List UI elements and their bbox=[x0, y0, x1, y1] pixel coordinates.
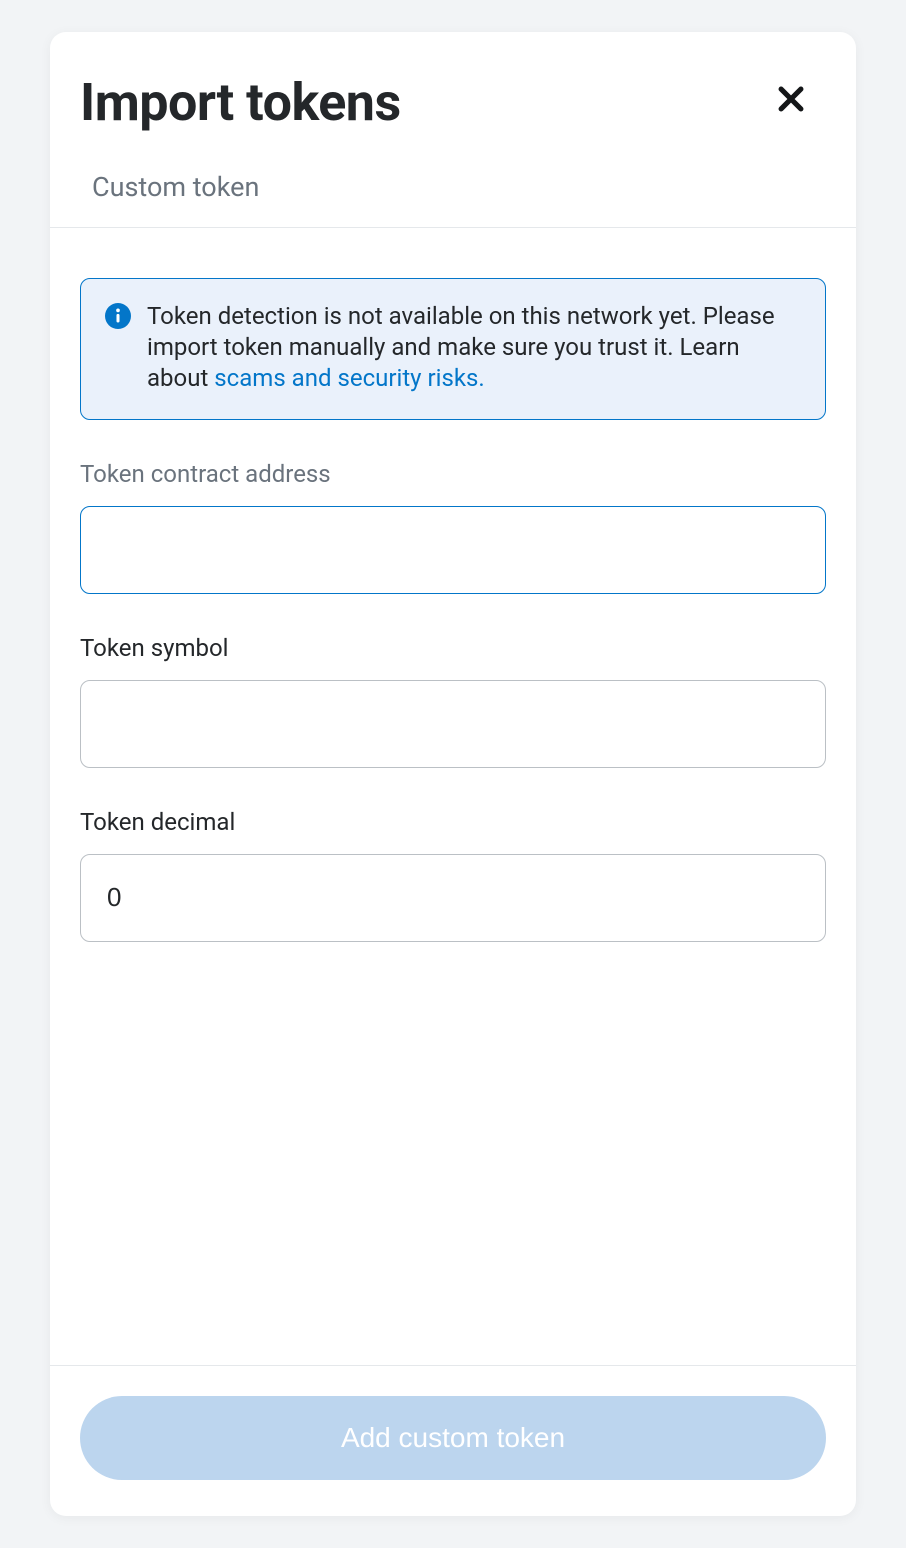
modal-footer: Add custom token bbox=[50, 1365, 856, 1516]
modal-body: Token detection is not available on this… bbox=[50, 228, 856, 1365]
close-icon bbox=[774, 82, 808, 116]
field-group-symbol: Token symbol bbox=[80, 634, 826, 768]
info-icon bbox=[105, 303, 131, 333]
symbol-input[interactable] bbox=[80, 680, 826, 768]
symbol-label: Token symbol bbox=[80, 634, 826, 662]
info-banner: Token detection is not available on this… bbox=[80, 278, 826, 420]
tab-custom-token[interactable]: Custom token bbox=[50, 157, 856, 228]
scams-link[interactable]: scams and security risks. bbox=[214, 364, 484, 392]
field-group-decimal: Token decimal bbox=[80, 808, 826, 942]
info-text: Token detection is not available on this… bbox=[147, 301, 801, 395]
decimal-label: Token decimal bbox=[80, 808, 826, 836]
address-label: Token contract address bbox=[80, 460, 826, 488]
import-tokens-modal: Import tokens Custom token Token detecti… bbox=[50, 32, 856, 1516]
add-custom-token-button[interactable]: Add custom token bbox=[80, 1396, 826, 1480]
field-group-address: Token contract address bbox=[80, 460, 826, 594]
close-button[interactable] bbox=[770, 78, 812, 120]
decimal-input[interactable] bbox=[80, 854, 826, 942]
page-title: Import tokens bbox=[80, 72, 401, 133]
address-input[interactable] bbox=[80, 506, 826, 594]
modal-header: Import tokens bbox=[50, 32, 856, 157]
